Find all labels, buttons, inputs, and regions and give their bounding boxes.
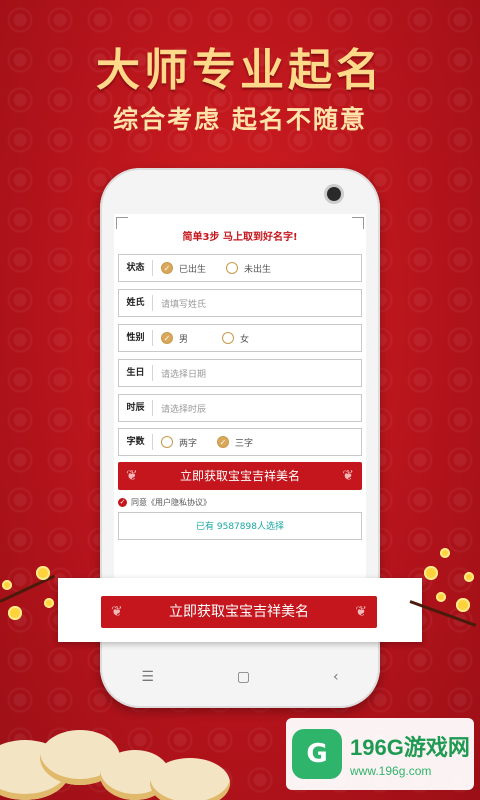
plum-blossom-icon (36, 566, 50, 580)
check-radio-icon: ✓ (161, 332, 173, 344)
radio-icon (161, 436, 173, 448)
plum-blossom-icon (8, 606, 22, 620)
birthday-picker[interactable]: 请选择日期 (153, 367, 361, 380)
site-watermark: G 196G游戏网 www.196g.com (286, 718, 474, 790)
gender-option-male[interactable]: ✓ 男 (161, 332, 188, 345)
cloud-ornament-icon: ❦ (111, 604, 123, 620)
radio-icon (226, 262, 239, 274)
plum-blossom-icon (440, 548, 450, 558)
birth-hour-picker[interactable]: 请选择时辰 (153, 402, 361, 415)
birth-hour-row: 时辰 请选择时辰 (118, 394, 362, 422)
selection-count: 已有 9587898人选择 (118, 512, 362, 540)
status-option-born[interactable]: ✓ 已出生 (161, 262, 206, 275)
gender-label: 性别 (119, 330, 153, 346)
char-count-option-three[interactable]: ✓ 三字 (217, 436, 253, 449)
plum-blossom-icon (456, 598, 470, 612)
status-option-unborn[interactable]: 未出生 (226, 262, 271, 275)
checkbox-checked-icon: ✓ (118, 498, 127, 507)
cloud-ornament-icon: ❦ (126, 468, 138, 484)
status-row: 状态 ✓ 已出生 未出生 (118, 254, 362, 282)
radio-icon (222, 332, 235, 344)
char-count-label: 字数 (119, 434, 153, 450)
page-title: 大师专业起名 (96, 45, 384, 96)
menu-icon[interactable]: ☰ (141, 669, 154, 685)
surname-row: 姓氏 请填写姓氏 (118, 289, 362, 317)
owl-logo-icon: G (292, 729, 342, 779)
page-subtitle: 综合考虑 起名不随意 (113, 105, 367, 134)
main-cta-button[interactable]: ❦ 立即获取宝宝吉祥美名 ❦ (101, 596, 377, 628)
surname-input[interactable]: 请填写姓氏 (153, 297, 361, 310)
plum-blossom-icon (436, 592, 446, 602)
plum-blossom-icon (44, 598, 54, 608)
surname-label: 姓氏 (119, 295, 153, 311)
birth-hour-label: 时辰 (119, 400, 153, 416)
phone-screen: 简单3步 马上取到好名字! 状态 ✓ 已出生 未出生 姓氏 请填写姓氏 性别 ✓… (114, 214, 366, 604)
gender-row: 性别 ✓ 男 女 (118, 324, 362, 352)
steps-title: 简单3步 马上取到好名字! (182, 232, 298, 243)
android-navbar: ☰ ▢ ‹ (100, 662, 380, 692)
privacy-agreement[interactable]: ✓ 同意《用户隐私协议》 (118, 497, 211, 508)
watermark-brand: 196G游戏网 (350, 735, 470, 760)
submit-button[interactable]: ❦ 立即获取宝宝吉祥美名 ❦ (118, 462, 362, 490)
camera-icon (327, 187, 341, 201)
cloud-ornament-icon: ❦ (342, 468, 354, 484)
birthday-row: 生日 请选择日期 (118, 359, 362, 387)
watermark-url: www.196g.com (350, 764, 432, 778)
check-radio-icon: ✓ (161, 262, 173, 274)
home-icon[interactable]: ▢ (237, 669, 250, 685)
auspicious-clouds (0, 700, 300, 800)
char-count-row: 字数 两字 ✓ 三字 (118, 428, 362, 456)
plum-blossom-icon (464, 572, 474, 582)
gender-option-female[interactable]: 女 (222, 332, 249, 345)
char-count-option-two[interactable]: 两字 (161, 436, 197, 449)
back-icon[interactable]: ‹ (333, 669, 339, 685)
plum-blossom-icon (2, 580, 12, 590)
status-label: 状态 (119, 260, 153, 276)
birthday-label: 生日 (119, 365, 153, 381)
check-radio-icon: ✓ (217, 436, 230, 448)
cloud-ornament-icon: ❦ (355, 604, 367, 620)
plum-blossom-icon (424, 566, 438, 580)
